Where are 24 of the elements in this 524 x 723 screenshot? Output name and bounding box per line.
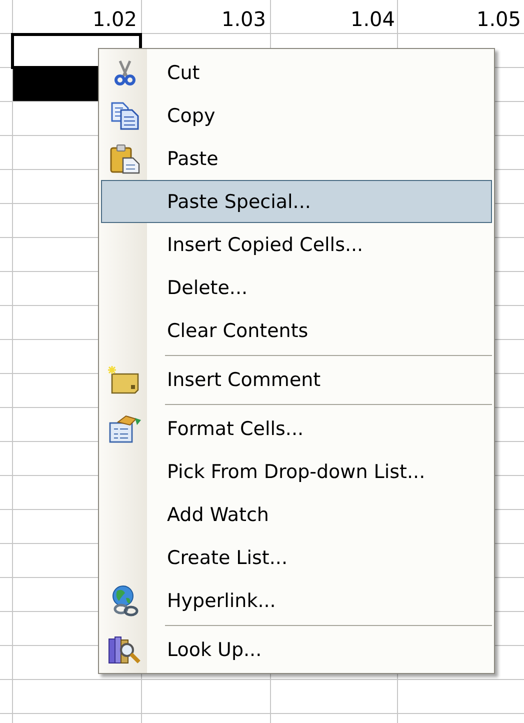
menu-item[interactable]: Pick From Drop-down List...	[101, 450, 492, 493]
clipboard-icon	[109, 144, 141, 174]
menu-item[interactable]: Create List...	[101, 536, 492, 579]
column-header-value: 1.03	[220, 6, 267, 33]
menu-item[interactable]: Format Cells...	[101, 407, 492, 450]
menu-item[interactable]: Look Up...	[101, 628, 492, 671]
copy-icon	[110, 102, 140, 130]
column-header-value: 1.02	[91, 6, 138, 33]
menu-item[interactable]: Insert Comment	[101, 358, 492, 401]
scissors-icon	[114, 60, 136, 86]
menu-item[interactable]: Paste Special...	[101, 180, 492, 223]
menu-item[interactable]: Copy	[101, 94, 492, 137]
book-magnifier-icon	[108, 634, 142, 664]
column-header-value: 1.04	[349, 6, 396, 33]
selected-cell[interactable]	[11, 33, 142, 69]
column-header-value: 1.05	[475, 6, 522, 33]
menu-item[interactable]: Paste	[101, 137, 492, 180]
format-cells-icon	[108, 414, 142, 442]
menu-item[interactable]: Insert Copied Cells...	[101, 223, 492, 266]
menu-item[interactable]: Hyperlink...	[101, 579, 492, 622]
menu-item[interactable]: Cut	[101, 51, 492, 94]
menu-item[interactable]: Delete...	[101, 266, 492, 309]
menu-item[interactable]: Add Watch	[101, 493, 492, 536]
menu-item[interactable]: Clear Contents	[101, 309, 492, 352]
